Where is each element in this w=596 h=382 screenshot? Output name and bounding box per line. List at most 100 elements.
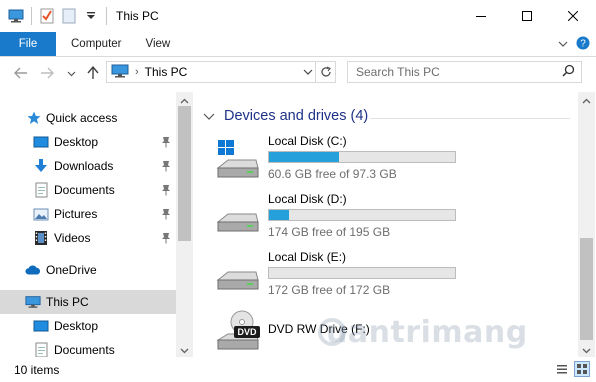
pin-icon[interactable] (161, 184, 171, 196)
dvd-drive-icon: DVD (216, 310, 260, 350)
nav-item-videos[interactable]: Videos (0, 226, 176, 250)
content-scrollbar[interactable] (578, 92, 595, 357)
toolbar-divider (31, 7, 32, 25)
window-title: This PC (116, 9, 159, 23)
pin-icon[interactable] (161, 160, 171, 172)
drive-item-c[interactable]: Local Disk (C:) 60.6 GB free of 97.3 GB (196, 134, 576, 190)
nav-item-pictures[interactable]: Pictures (0, 202, 176, 226)
close-button[interactable] (550, 0, 596, 32)
navigation-pane: Quick access Desktop Downloads Documents (0, 92, 176, 357)
group-title: Devices and drives (4) (224, 108, 369, 124)
drive-name: Local Disk (E:) (268, 250, 347, 264)
download-arrow-icon (33, 158, 49, 174)
computer-icon (25, 294, 41, 310)
pictures-icon (33, 206, 49, 222)
nav-item-label: Quick access (46, 111, 118, 125)
window-controls (458, 0, 596, 32)
nav-item-onedrive[interactable]: OneDrive (0, 258, 176, 282)
drive-usage-fill (269, 152, 339, 162)
drive-name: Local Disk (D:) (268, 192, 347, 206)
watermark-text: uantrimang (326, 315, 528, 350)
expand-ribbon-icon[interactable] (558, 38, 568, 52)
minimize-button[interactable] (458, 0, 504, 32)
new-folder-icon[interactable] (61, 8, 77, 24)
scroll-down-arrow-icon[interactable] (180, 344, 189, 354)
scroll-down-arrow-icon[interactable] (582, 344, 591, 354)
collapse-chevron-icon[interactable] (202, 109, 216, 123)
star-icon (26, 110, 42, 126)
document-icon (33, 342, 49, 357)
refresh-button[interactable] (315, 62, 335, 82)
address-bar[interactable]: › This PC (106, 61, 336, 83)
computer-icon (111, 64, 129, 81)
drive-free-space: 174 GB free of 195 GB (268, 225, 391, 239)
scrollbar-thumb[interactable] (178, 106, 191, 241)
nav-item-label: Desktop (54, 135, 99, 149)
nav-item-documents[interactable]: Documents (0, 338, 176, 357)
devices-and-drives-group[interactable]: Devices and drives (4) (196, 108, 368, 124)
desktop-icon (33, 134, 49, 150)
drive-free-space: 172 GB free of 172 GB (268, 283, 391, 297)
nav-item-desktop[interactable]: Desktop (0, 130, 176, 154)
nav-item-label: Videos (54, 231, 91, 245)
title-bar: This PC (0, 0, 596, 32)
address-dropdown-icon[interactable] (303, 65, 313, 82)
film-icon (33, 230, 49, 246)
document-icon (33, 182, 49, 198)
nav-item-desktop[interactable]: Desktop (0, 314, 176, 338)
search-input[interactable]: Search This PC (356, 65, 562, 79)
drive-item-d[interactable]: Local Disk (D:) 174 GB free of 195 GB (196, 192, 576, 248)
pin-icon[interactable] (161, 232, 171, 244)
tab-view[interactable]: View (136, 32, 185, 56)
nav-item-documents[interactable]: Documents (0, 178, 176, 202)
back-arrow-icon[interactable] (12, 64, 30, 82)
breadcrumb-separator[interactable]: › (135, 66, 139, 78)
drive-item-e[interactable]: Local Disk (E:) 172 GB free of 172 GB (196, 250, 576, 306)
scrollbar-thumb[interactable] (580, 238, 593, 340)
recent-locations-chevron-icon[interactable] (62, 64, 80, 82)
drive-usage-bar (268, 267, 456, 279)
details-view-icon[interactable] (554, 361, 570, 377)
tiles-view-icon[interactable] (574, 361, 590, 377)
computer-icon[interactable] (8, 8, 24, 24)
drive-usage-bar (268, 209, 456, 221)
search-box[interactable]: Search This PC (347, 61, 582, 83)
maximize-button[interactable] (504, 0, 550, 32)
nav-item-downloads[interactable]: Downloads (0, 154, 176, 178)
svg-text:?: ? (580, 39, 586, 50)
tab-computer[interactable]: Computer (56, 32, 136, 56)
item-count: 10 items (14, 363, 60, 377)
pin-icon[interactable] (161, 208, 171, 220)
hard-drive-icon (216, 256, 260, 296)
nav-item-label: Pictures (54, 207, 98, 221)
quick-access-toolbar: This PC (0, 0, 159, 32)
navigation-pane-scrollbar[interactable] (176, 92, 193, 357)
ribbon-tabs: File Computer View ? (0, 32, 596, 56)
ribbon-controls: ? (558, 36, 590, 53)
windows-drive-icon (216, 140, 260, 180)
scroll-up-arrow-icon[interactable] (582, 95, 591, 104)
search-icon[interactable] (562, 64, 575, 80)
customize-toolbar-dropdown-icon[interactable] (83, 8, 99, 24)
nav-item-label: This PC (46, 295, 89, 309)
nav-item-label: Documents (54, 183, 115, 197)
nav-item-label: Downloads (54, 159, 114, 173)
hard-drive-icon (216, 198, 260, 238)
toolbar-divider (106, 7, 107, 25)
breadcrumb-this-pc[interactable]: This PC (145, 65, 188, 79)
pin-icon[interactable] (161, 136, 171, 148)
tab-file[interactable]: File (0, 32, 56, 56)
nav-item-this-pc[interactable]: This PC (0, 290, 176, 314)
properties-check-icon[interactable] (39, 8, 55, 24)
nav-item-quick-access[interactable]: Quick access (0, 106, 176, 130)
nav-item-label: OneDrive (46, 263, 97, 277)
view-toggle (554, 361, 590, 377)
up-arrow-icon[interactable] (84, 64, 102, 82)
forward-arrow-icon[interactable] (38, 64, 56, 82)
dvd-badge: DVD (237, 327, 257, 337)
nav-item-label: Desktop (54, 319, 99, 333)
help-icon[interactable]: ? (576, 36, 590, 53)
scroll-up-arrow-icon[interactable] (180, 95, 189, 104)
drive-free-space: 60.6 GB free of 97.3 GB (268, 167, 397, 181)
cloud-icon (25, 262, 41, 278)
